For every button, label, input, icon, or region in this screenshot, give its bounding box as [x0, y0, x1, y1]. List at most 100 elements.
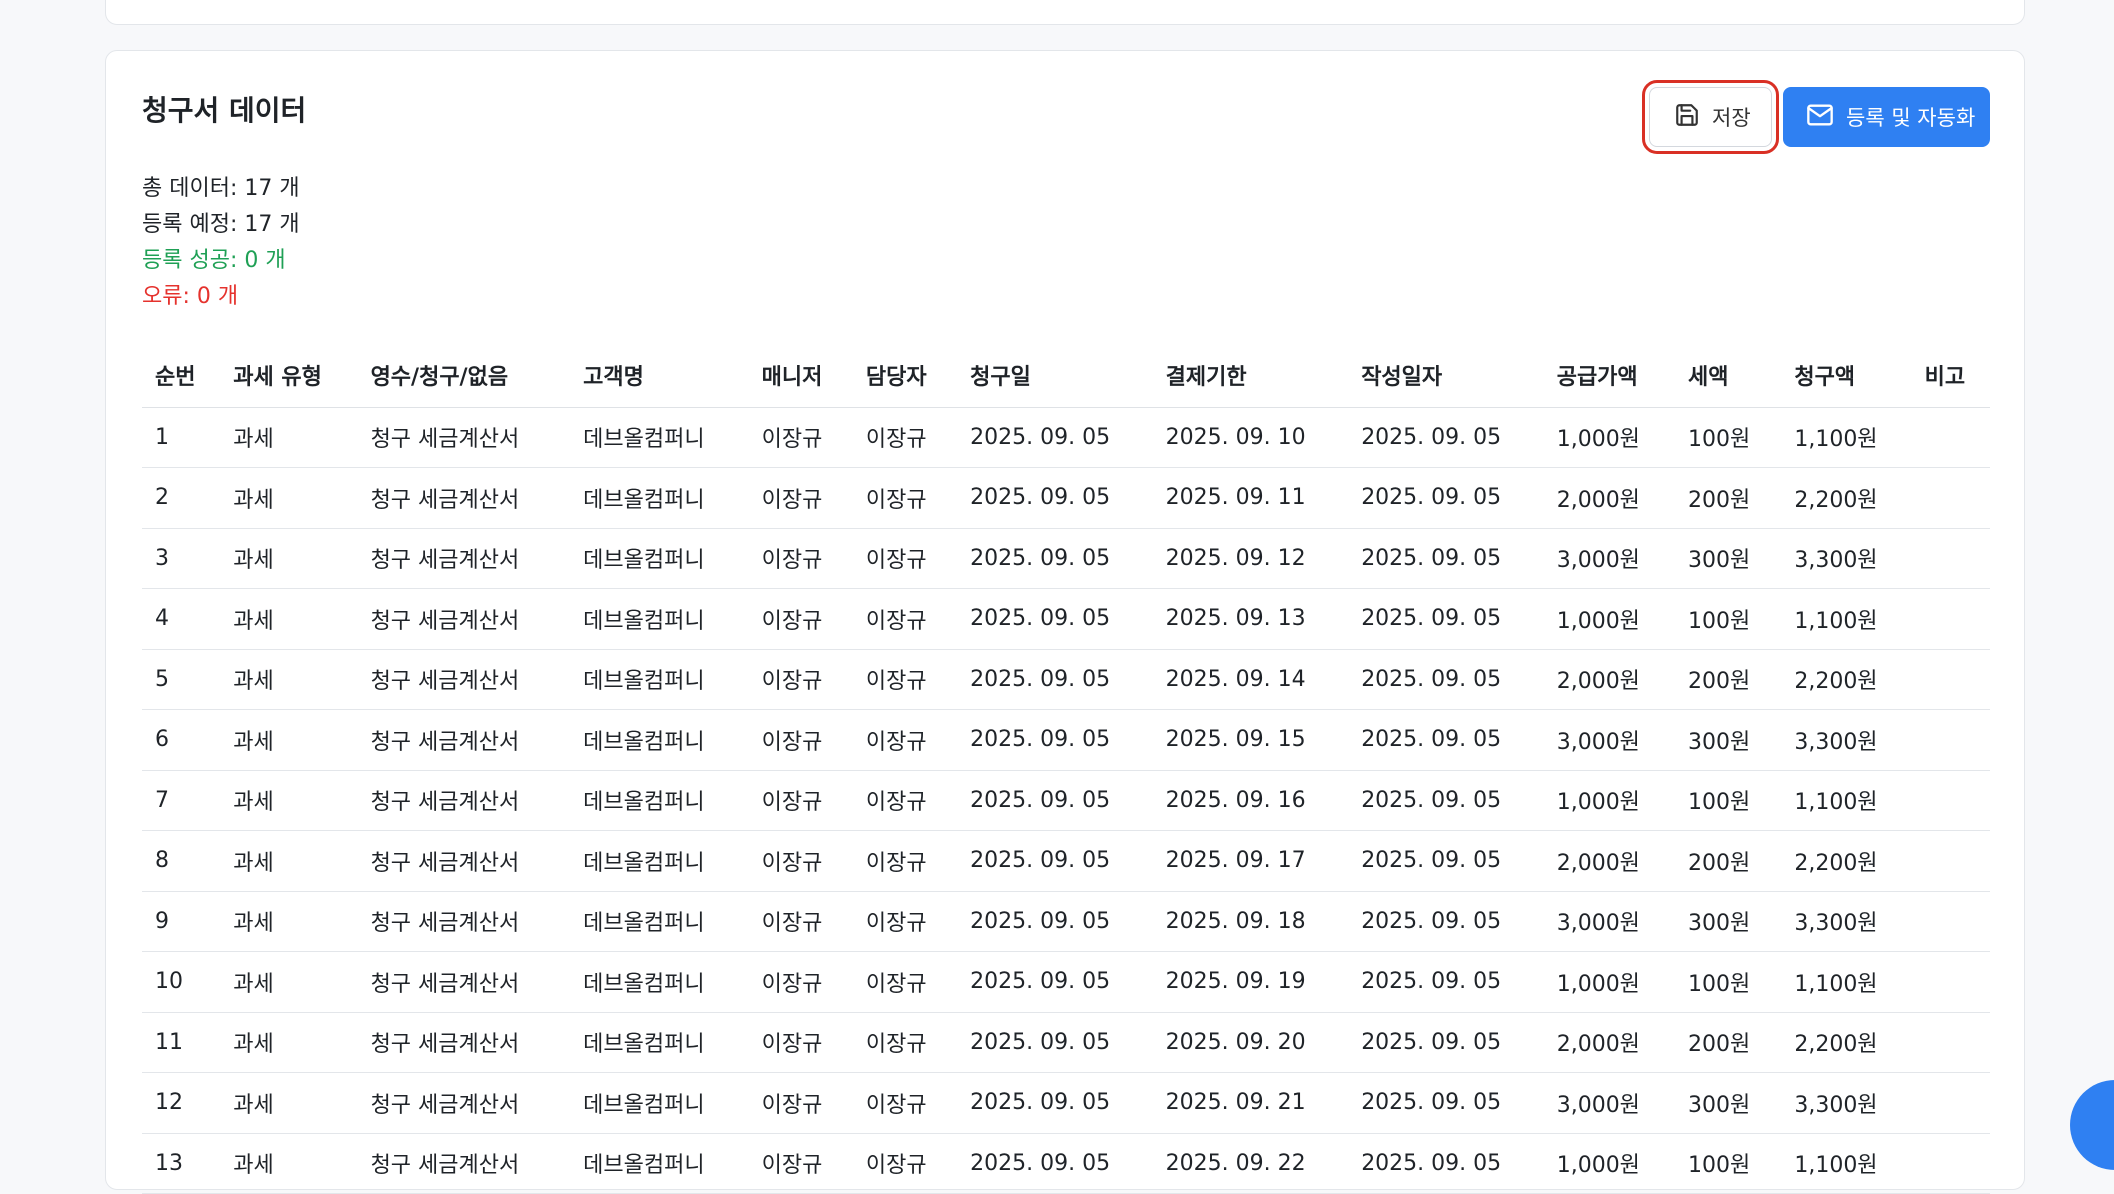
table-cell: 3,000원 — [1543, 891, 1676, 952]
table-cell: 2025. 09. 16 — [1152, 770, 1349, 831]
table-cell — [1911, 588, 1990, 650]
table-cell: 2025. 09. 14 — [1152, 649, 1349, 710]
table-cell: 2,200원 — [1781, 649, 1912, 710]
table-cell: 이장규 — [852, 951, 958, 1013]
table-cell: 2025. 09. 05 — [957, 1133, 1153, 1194]
table-cell: 이장규 — [748, 528, 853, 589]
stat-pending: 등록 예정: 17 개 — [142, 212, 300, 237]
chat-icon[interactable] — [2070, 1080, 2114, 1170]
table-cell: 과세 — [220, 1133, 358, 1194]
table-cell: 이장규 — [748, 1072, 853, 1134]
table-cell: 3,300원 — [1781, 1072, 1912, 1134]
table-cell: 2025. 09. 05 — [1348, 1133, 1544, 1194]
table-cell: 5 — [142, 649, 221, 710]
table-cell: 8 — [142, 830, 221, 892]
table-row: 10 과세 청구 세금계산서 데브올컴퍼니 이장규 이장규 2025. 09. 05 2025… — [142, 951, 1990, 1013]
table-cell: 데브올컴퍼니 — [570, 951, 749, 1013]
table-cell: 청구 세금계산서 — [357, 1072, 571, 1134]
table-cell: 이장규 — [748, 1133, 853, 1194]
table-cell: 100원 — [1675, 407, 1782, 468]
table-cell: 청구 세금계산서 — [357, 891, 571, 952]
col-header: 영수/청구/없음 — [357, 343, 571, 408]
table-cell: 2,000원 — [1543, 649, 1676, 710]
table-cell: 1,100원 — [1781, 407, 1912, 468]
col-header: 청구액 — [1781, 343, 1912, 408]
table-cell: 2025. 09. 05 — [1348, 770, 1544, 831]
table-cell: 이장규 — [852, 891, 958, 952]
table-cell: 이장규 — [852, 830, 958, 892]
table-cell: 청구 세금계산서 — [357, 770, 571, 831]
table-row: 13 과세 청구 세금계산서 데브올컴퍼니 이장규 이장규 2025. 09. 05 2025… — [142, 1133, 1990, 1194]
table-row: 8 과세 청구 세금계산서 데브올컴퍼니 이장규 이장규 2025. 09. 05 2025.… — [142, 830, 1990, 892]
table-cell: 1,000원 — [1543, 407, 1676, 468]
stat-success: 등록 성공: 0 개 — [142, 248, 286, 273]
table-cell: 2025. 09. 05 — [957, 709, 1153, 771]
table-row: 3 과세 청구 세금계산서 데브올컴퍼니 이장규 이장규 2025. 09. 05 2025.… — [142, 528, 1990, 589]
invoice-table: 순번 과세 유형 영수/청구/없음 고객명 매니저 담당자 청구일 결제기한 작… — [142, 343, 1990, 1194]
table-cell: 과세 — [220, 588, 358, 650]
table-cell: 3,300원 — [1781, 528, 1912, 589]
table-cell: 이장규 — [748, 1012, 853, 1073]
table-cell: 과세 — [220, 467, 358, 529]
table-header-row: 순번 과세 유형 영수/청구/없음 고객명 매니저 담당자 청구일 결제기한 작… — [142, 343, 1990, 408]
col-header: 담당자 — [852, 343, 958, 408]
table-cell — [1911, 830, 1990, 892]
table-cell: 데브올컴퍼니 — [570, 1012, 749, 1073]
save-button[interactable]: 저장 — [1642, 80, 1779, 154]
table-cell: 3,000원 — [1543, 528, 1676, 589]
table-cell: 이장규 — [748, 467, 853, 529]
table-cell: 과세 — [220, 1012, 358, 1073]
table-cell: 2025. 09. 15 — [1152, 709, 1349, 771]
table-cell: 3,300원 — [1781, 891, 1912, 952]
table-cell: 12 — [142, 1072, 221, 1134]
table-cell: 3,000원 — [1543, 1072, 1676, 1134]
table-cell: 2025. 09. 05 — [957, 770, 1153, 831]
table-row: 9 과세 청구 세금계산서 데브올컴퍼니 이장규 이장규 2025. 09. 05 2025.… — [142, 891, 1990, 952]
col-header: 세액 — [1675, 343, 1782, 408]
register-button-label: 등록 및 자동화 — [1846, 106, 1976, 130]
table-cell — [1911, 649, 1990, 710]
save-icon — [1674, 102, 1700, 133]
table-row: 1 과세 청구 세금계산서 데브올컴퍼니 이장규 이장규 2025. 09. 05 2025.… — [142, 407, 1990, 468]
table-row: 7 과세 청구 세금계산서 데브올컴퍼니 이장규 이장규 2025. 09. 05 2025.… — [142, 770, 1990, 831]
table-cell — [1911, 528, 1990, 589]
previous-card — [105, 0, 2025, 25]
table-cell: 1,000원 — [1543, 1133, 1676, 1194]
table-cell — [1911, 891, 1990, 952]
table-cell: 1,000원 — [1543, 951, 1676, 1013]
table-cell: 1,100원 — [1781, 588, 1912, 650]
table-cell — [1911, 467, 1990, 529]
section-title: 청구서 데이터 — [142, 94, 307, 127]
table-cell: 청구 세금계산서 — [357, 467, 571, 529]
table-cell: 데브올컴퍼니 — [570, 830, 749, 892]
table-cell: 데브올컴퍼니 — [570, 1072, 749, 1134]
table-cell: 2025. 09. 05 — [1348, 649, 1544, 710]
table-cell: 이장규 — [748, 649, 853, 710]
table-cell: 2025. 09. 20 — [1152, 1012, 1349, 1073]
col-header: 공급가액 — [1543, 343, 1676, 408]
table-cell: 200원 — [1675, 1012, 1782, 1073]
register-automate-button[interactable]: 등록 및 자동화 — [1783, 87, 1990, 147]
table-row: 12 과세 청구 세금계산서 데브올컴퍼니 이장규 이장규 2025. 09. 05 2025… — [142, 1072, 1990, 1134]
table-cell: 2025. 09. 05 — [957, 1012, 1153, 1073]
table-cell: 2025. 09. 22 — [1152, 1133, 1349, 1194]
table-cell: 200원 — [1675, 649, 1782, 710]
table-cell: 100원 — [1675, 1133, 1782, 1194]
table-cell: 2,200원 — [1781, 1012, 1912, 1073]
table-cell: 100원 — [1675, 770, 1782, 831]
table-cell: 데브올컴퍼니 — [570, 528, 749, 589]
table-cell: 100원 — [1675, 951, 1782, 1013]
table-cell: 3,300원 — [1781, 709, 1912, 771]
table-cell: 2,000원 — [1543, 830, 1676, 892]
table-cell: 이장규 — [852, 407, 958, 468]
stat-total: 총 데이터: 17 개 — [142, 176, 300, 201]
table-cell: 데브올컴퍼니 — [570, 891, 749, 952]
table-cell: 과세 — [220, 830, 358, 892]
table-cell: 2025. 09. 05 — [1348, 830, 1544, 892]
table-cell: 청구 세금계산서 — [357, 407, 571, 468]
table-cell: 청구 세금계산서 — [357, 709, 571, 771]
table-cell: 2025. 09. 21 — [1152, 1072, 1349, 1134]
table-cell: 이장규 — [852, 528, 958, 589]
table-cell: 2025. 09. 05 — [1348, 467, 1544, 529]
table-cell: 과세 — [220, 951, 358, 1013]
